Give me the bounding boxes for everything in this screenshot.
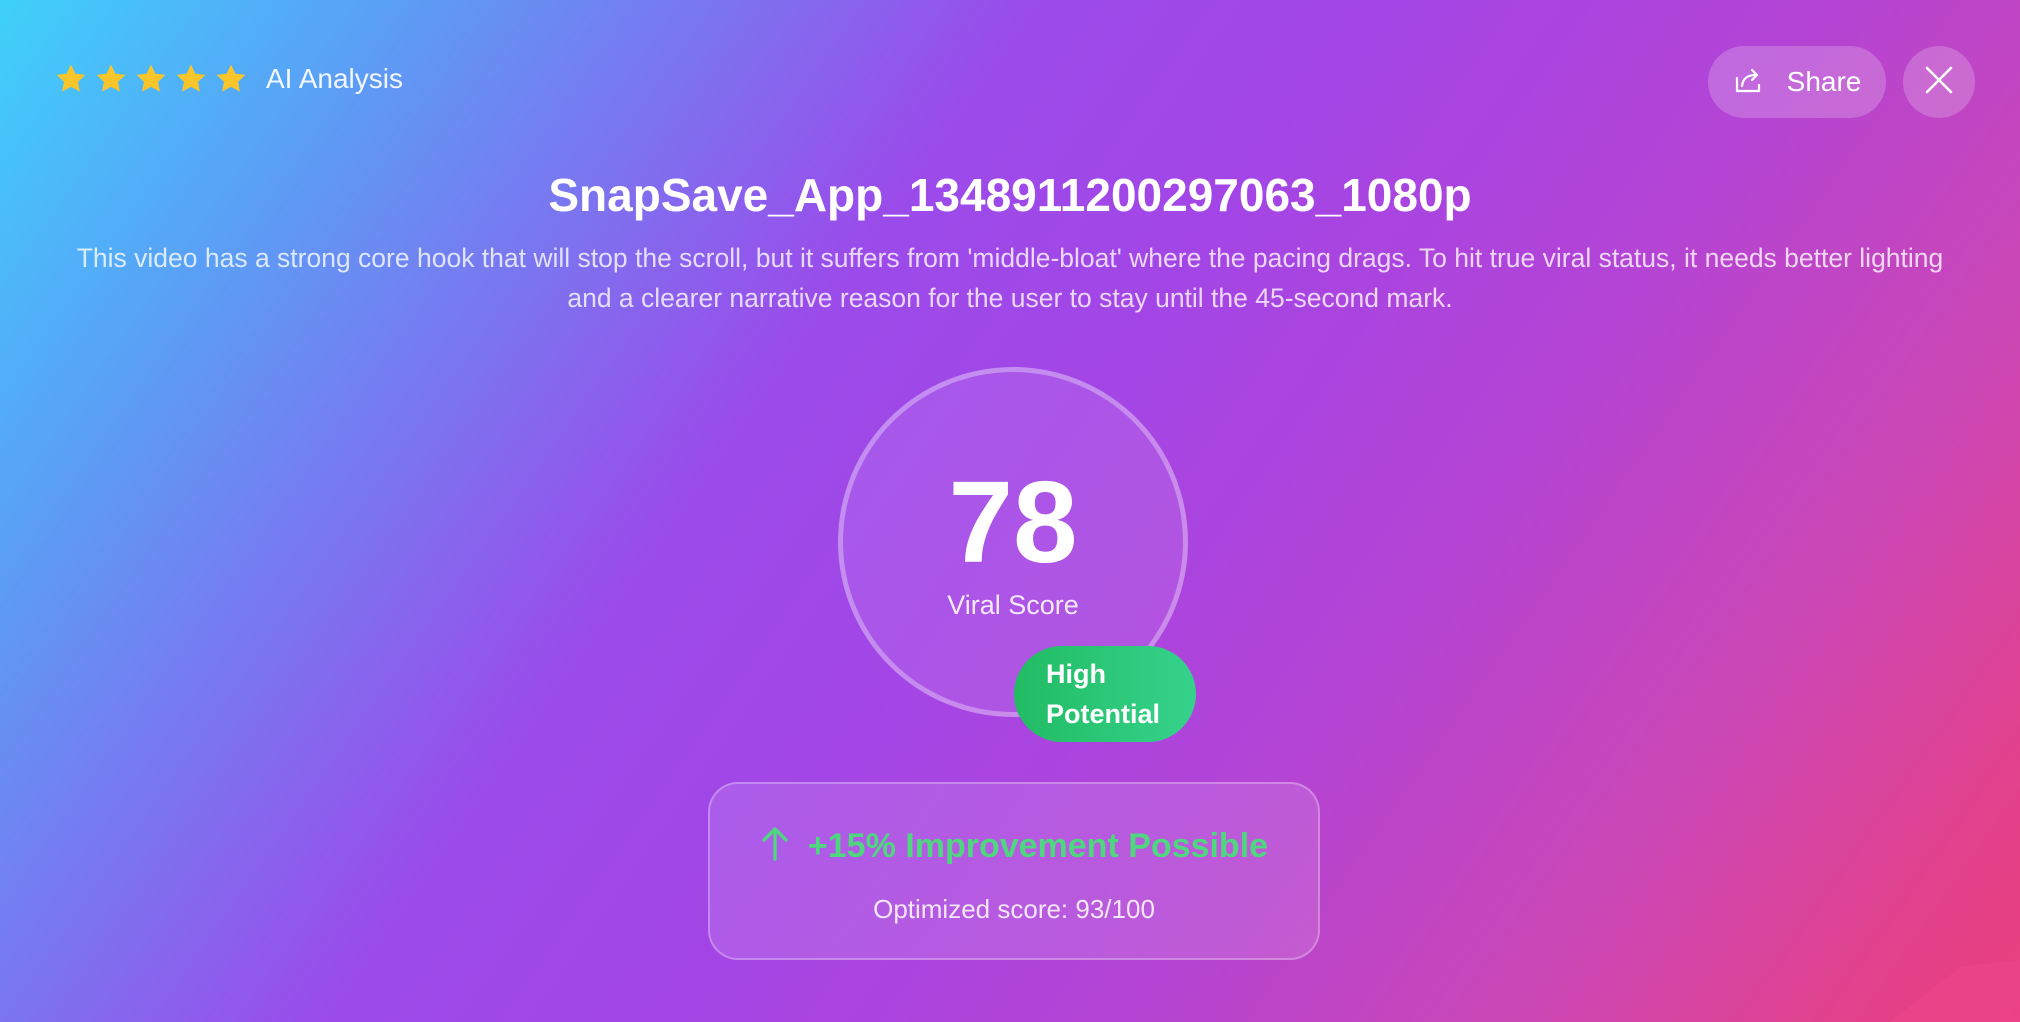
- star-icon: [174, 62, 208, 96]
- close-icon: [1924, 65, 1954, 100]
- corner-decoration: [1890, 960, 2020, 1022]
- viral-score-label: Viral Score: [947, 590, 1079, 620]
- share-label: Share: [1786, 66, 1862, 97]
- ai-analysis-label: AI Analysis: [266, 63, 403, 94]
- rating-header: AI Analysis: [54, 62, 403, 96]
- video-title: SnapSave_App_1348911200297063_1080p: [548, 169, 1472, 221]
- analysis-screen: AI Analysis Share SnapSave_App_134891120…: [0, 0, 2020, 1022]
- star-icon: [134, 62, 168, 96]
- potential-badge: High Potential: [1014, 646, 1196, 742]
- improvement-card: +15% Improvement Possible Optimized scor…: [708, 782, 1320, 960]
- share-icon: [1733, 64, 1765, 101]
- star-icon: [214, 62, 248, 96]
- share-button[interactable]: Share: [1708, 46, 1886, 118]
- star-icon: [54, 62, 88, 96]
- rating-stars: [54, 62, 248, 96]
- optimized-score: Optimized score: 93/100: [873, 894, 1155, 924]
- close-button[interactable]: [1903, 46, 1975, 118]
- analysis-summary: This video has a strong core hook that w…: [76, 243, 1944, 313]
- improvement-row: +15% Improvement Possible: [710, 826, 1318, 867]
- arrow-up-icon: [760, 826, 790, 867]
- viral-score-value: 78: [948, 457, 1078, 587]
- star-icon: [94, 62, 128, 96]
- improvement-headline: +15% Improvement Possible: [807, 827, 1269, 865]
